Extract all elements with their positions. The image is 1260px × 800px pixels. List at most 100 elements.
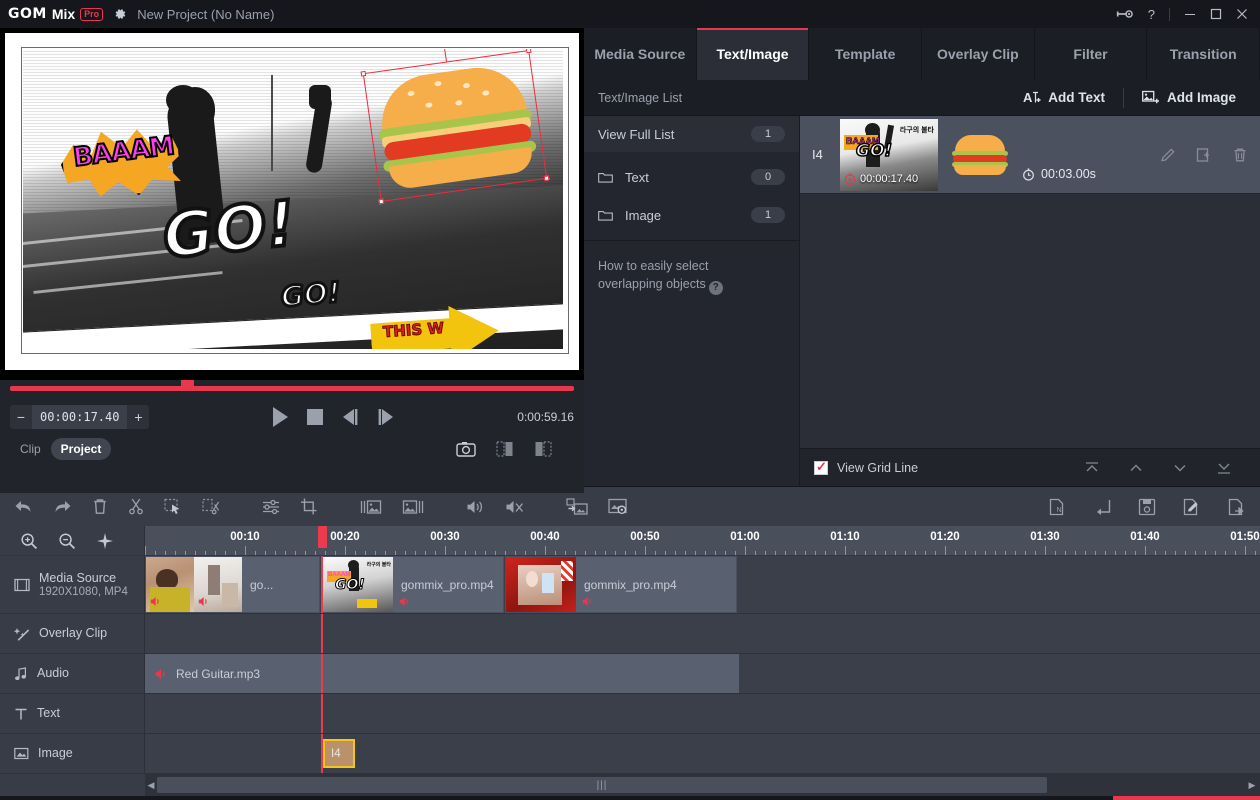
scrollbar-track[interactable]: ◀ ||| ▶ [145,774,1260,796]
scrollbar-thumb[interactable]: ||| [157,777,1047,793]
time-decrement-button[interactable]: − [10,405,32,429]
export-project-icon[interactable] [1227,498,1246,516]
timeline-image-clip[interactable]: I4 [323,739,355,768]
tab-filter[interactable]: Filter [1035,28,1148,80]
mute-icon[interactable] [505,499,524,515]
resize-handle-sw[interactable] [378,199,384,205]
cut-icon[interactable] [128,498,144,515]
compare-after-icon[interactable] [534,440,552,458]
mode-project-button[interactable]: Project [51,438,112,460]
zoom-in-icon[interactable] [20,532,38,550]
overlay-text-go-big[interactable]: GO! [160,192,298,267]
mode-clip-button[interactable]: Clip [10,438,51,460]
timeline-clip[interactable]: go... [145,556,320,613]
minimize-icon[interactable] [1184,8,1196,20]
redo-icon[interactable] [53,499,72,515]
help-icon[interactable]: ? [1148,7,1155,22]
key-icon[interactable] [1116,8,1134,20]
item-image-preview[interactable] [952,134,1008,176]
edit-pencil-icon[interactable] [1160,147,1176,163]
delete-icon[interactable] [92,498,108,515]
move-to-bottom-icon[interactable] [1216,461,1232,475]
track-label-overlay-clip[interactable]: Overlay Clip [0,614,145,653]
help-badge-icon[interactable]: ? [709,281,723,295]
zoom-out-icon[interactable] [58,532,76,550]
tab-template[interactable]: Template [809,28,922,80]
scroll-left-arrow-icon[interactable]: ◀ [145,780,157,791]
timeline-horizontal-scrollbar[interactable]: ◀ ||| ▶ [0,774,1260,796]
add-text-button[interactable]: A Add Text [1005,80,1123,115]
timeline-clip[interactable]: gommix_pro.mp4 [505,556,737,613]
close-icon[interactable] [1236,8,1248,20]
duplicate-icon[interactable] [1196,147,1212,163]
timeline-playhead[interactable] [321,614,323,653]
lane-media-source[interactable]: go... BAAAM GO! 라구의 불타 gommix_pro.mp4 [145,556,1260,613]
overlay-add-icon[interactable] [566,498,588,515]
lane-text[interactable] [145,694,1260,733]
lane-image[interactable]: I4 [145,734,1260,773]
track-label-image[interactable]: Image [0,734,145,773]
add-image-button[interactable]: Add Image [1124,80,1254,115]
seek-bar[interactable] [10,380,574,394]
item-thumbnail[interactable]: BAAAM GO! 라구의 불타 00:00:17.40 [840,119,938,191]
video-preview[interactable]: BAAAM GO! GO! THIS W [0,28,584,373]
next-frame-icon[interactable] [376,407,396,427]
timeline-playhead[interactable] [321,654,323,693]
maximize-icon[interactable] [1210,8,1222,20]
start-encoding-button[interactable]: Start Encoding [1113,796,1260,800]
resize-handle-nw[interactable] [361,71,367,77]
sidebar-item-image[interactable]: Image 1 [584,196,799,234]
sidebar-item-view-full-list[interactable]: View Full List 1 [584,116,799,152]
revert-icon[interactable] [1093,498,1112,516]
timeline-playhead[interactable] [321,556,323,613]
select-area-icon[interactable] [164,498,182,515]
overlap-help-link[interactable]: How to easily select overlapping objects… [584,247,799,305]
list-item[interactable]: I4 BAAAM GO! 라구의 불타 [800,116,1260,194]
play-icon[interactable] [270,406,290,428]
adjust-icon[interactable] [262,499,280,515]
resize-handle-ne[interactable] [526,49,532,53]
tab-text-image[interactable]: Text/Image [697,28,810,80]
lane-overlay-clip[interactable] [145,614,1260,653]
preview-icon[interactable] [608,498,628,515]
fit-icon[interactable] [96,532,114,550]
edit-project-icon[interactable] [1182,498,1201,516]
previous-frame-icon[interactable] [340,407,360,427]
track-label-text[interactable]: Text [0,694,145,733]
split-all-icon[interactable] [202,498,220,515]
seek-track[interactable] [10,386,574,391]
view-grid-line-checkbox[interactable] [814,461,828,475]
gear-icon[interactable] [113,7,127,21]
save-project-icon[interactable] [1138,498,1156,516]
preview-canvas[interactable]: BAAAM GO! GO! THIS W [5,33,579,370]
volume-icon[interactable] [466,499,485,515]
track-label-audio[interactable]: Audio [0,654,145,693]
crop-icon[interactable] [300,498,318,515]
scroll-right-arrow-icon[interactable]: ▶ [1246,780,1258,791]
insert-after-icon[interactable] [402,499,424,515]
tab-overlay-clip[interactable]: Overlay Clip [922,28,1035,80]
current-time-value[interactable]: 00:00:17.40 [32,405,127,429]
timeline-audio-clip[interactable]: Red Guitar.mp3 [145,654,739,693]
tab-transition[interactable]: Transition [1147,28,1260,80]
timeline-playhead[interactable] [321,734,323,773]
compare-before-icon[interactable] [496,440,514,458]
snapshot-camera-icon[interactable] [456,441,476,457]
selection-box[interactable] [363,50,547,202]
timeline-clip[interactable]: BAAAM GO! 라구의 불타 gommix_pro.mp4 [322,556,504,613]
sidebar-item-text[interactable]: Text 0 [584,158,799,196]
timeline-playhead[interactable] [321,694,323,733]
time-increment-button[interactable]: + [127,405,149,429]
move-to-top-icon[interactable] [1084,461,1100,475]
lane-audio[interactable]: Red Guitar.mp3 [145,654,1260,693]
time-stepper[interactable]: − 00:00:17.40 + [10,405,149,429]
undo-icon[interactable] [14,499,33,515]
track-label-media-source[interactable]: Media Source 1920X1080, MP4 [0,556,145,613]
tab-media-source[interactable]: Media Source [584,28,697,80]
insert-before-icon[interactable] [360,499,382,515]
resize-handle-se[interactable] [544,175,550,181]
delete-trash-icon[interactable] [1232,147,1248,163]
ruler-playhead-knob[interactable] [318,526,327,548]
move-up-icon[interactable] [1128,461,1144,475]
timeline-ruler[interactable]: 00:1000:2000:3000:4000:5001:0001:1001:20… [145,526,1260,555]
